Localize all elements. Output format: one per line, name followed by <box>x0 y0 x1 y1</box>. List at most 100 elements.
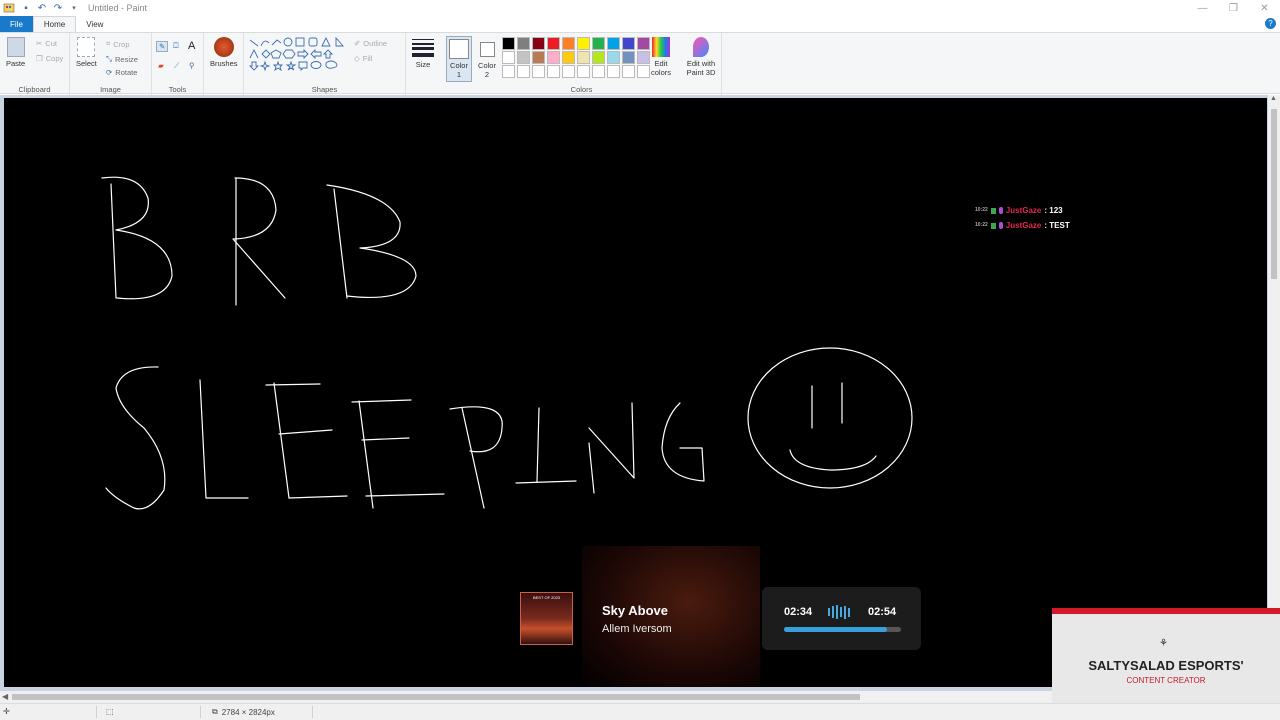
color-swatch[interactable] <box>607 37 620 50</box>
crop-button[interactable]: ⌗ Crop <box>106 39 130 49</box>
cut-button[interactable]: ✂ Cut <box>36 39 57 48</box>
color-swatch[interactable] <box>517 51 530 64</box>
redo-icon[interactable]: ↷ <box>52 2 64 14</box>
chat-message: 10:22 JustGaze : TEST <box>975 218 1070 233</box>
chat-overlay: 10:22 JustGaze : 123 10:22 JustGaze : TE… <box>975 203 1070 233</box>
drawing-canvas[interactable]: 10:22 JustGaze : 123 10:22 JustGaze : TE… <box>4 98 1267 687</box>
moderator-badge-icon <box>990 207 996 214</box>
select-icon <box>77 37 96 57</box>
paint-app-icon <box>3 3 15 13</box>
clipboard-group-label: Clipboard <box>18 85 51 94</box>
image-group: Select ⌗ Crop ⤡ Resize ⟳ Rotate Image <box>70 33 152 95</box>
shapes-group: ✐ Outline ◇ Fill Shapes <box>244 33 406 95</box>
tab-file[interactable]: File <box>0 16 33 32</box>
color-swatch[interactable] <box>592 37 605 50</box>
color-palette <box>502 37 651 78</box>
text-tool-icon[interactable]: A <box>188 40 195 52</box>
chat-username: JustGaze <box>1005 206 1042 215</box>
color1-button[interactable]: Color 1 <box>446 36 472 82</box>
resize-button[interactable]: ⤡ Resize <box>106 54 138 64</box>
scroll-up-icon[interactable]: ▲ <box>1270 95 1277 102</box>
paste-button[interactable]: Paste <box>6 37 25 68</box>
edit-colors-button[interactable]: Edit colors <box>648 37 674 77</box>
color-swatch[interactable] <box>577 51 590 64</box>
mic-badge-icon <box>998 207 1003 214</box>
select-button[interactable]: Select <box>76 37 97 68</box>
copy-button[interactable]: ❐ Copy <box>36 54 63 63</box>
equalizer-icon <box>828 605 850 619</box>
fill-button[interactable]: ◇ Fill <box>354 54 372 63</box>
color-swatch[interactable] <box>622 65 635 78</box>
color-swatch[interactable] <box>547 65 560 78</box>
color-swatch[interactable] <box>577 65 590 78</box>
color-swatch[interactable] <box>562 51 575 64</box>
banner-top-stripe <box>1052 608 1280 614</box>
colors-group: Color 1 Color 2 Edit colors Edit with Pa… <box>442 33 722 95</box>
magnifier-icon[interactable]: ⚲ <box>189 61 195 70</box>
customize-quick-access-icon[interactable]: ▾ <box>68 2 80 14</box>
brushes-group: Brushes <box>204 33 244 95</box>
close-button[interactable]: ✕ <box>1249 0 1280 16</box>
undo-icon[interactable]: ↶ <box>36 2 48 14</box>
tools-group: ✎ ⛋ A ▰ ⟋ ⚲ Tools <box>152 33 204 95</box>
color-swatch[interactable] <box>532 51 545 64</box>
color-swatch[interactable] <box>562 37 575 50</box>
color-swatch[interactable] <box>502 65 515 78</box>
color-swatch[interactable] <box>547 37 560 50</box>
color-swatch[interactable] <box>592 65 605 78</box>
chat-message: 10:22 JustGaze : 123 <box>975 203 1070 218</box>
color-swatch[interactable] <box>547 51 560 64</box>
song-title: Sky Above <box>602 603 668 618</box>
color-swatch[interactable] <box>517 37 530 50</box>
color-swatch[interactable] <box>532 37 545 50</box>
chat-time: 10:22 <box>975 207 988 213</box>
color-swatch[interactable] <box>607 51 620 64</box>
status-bar: ✛ ⬚ ⧉ 2784 × 2824px <box>0 703 1280 720</box>
album-label: BEST OF 2023 <box>532 595 561 600</box>
resize-icon: ⤡ <box>106 54 112 63</box>
tab-view[interactable]: View <box>76 16 113 32</box>
color-swatch[interactable] <box>577 37 590 50</box>
shapes-gallery-icon[interactable] <box>248 37 348 77</box>
clipboard-group: Paste ✂ Cut ❐ Copy Clipboard <box>0 33 70 95</box>
moderator-badge-icon <box>990 222 996 229</box>
ribbon: Paste ✂ Cut ❐ Copy Clipboard Select ⌗ Cr… <box>0 32 1280 95</box>
vertical-scroll-thumb[interactable] <box>1271 109 1277 279</box>
color-spectrum-icon <box>652 37 670 57</box>
esports-subtitle: CONTENT CREATOR <box>1126 676 1206 685</box>
title-bar: ▪ ↶ ↷ ▾ Untitled - Paint — ❐ ✕ <box>0 0 1280 16</box>
color-swatch[interactable] <box>502 51 515 64</box>
eraser-icon[interactable]: ▰ <box>158 61 164 70</box>
scroll-left-icon[interactable]: ◀ <box>2 692 8 701</box>
minimize-button[interactable]: — <box>1187 0 1218 16</box>
chat-username: JustGaze <box>1005 221 1042 230</box>
pencil-icon[interactable]: ✎ <box>156 41 169 52</box>
vertical-scrollbar[interactable]: ▲ <box>1268 95 1280 691</box>
brushes-button[interactable]: Brushes <box>210 37 238 68</box>
mic-badge-icon <box>998 222 1003 229</box>
tab-home[interactable]: Home <box>32 16 77 32</box>
outline-button[interactable]: ✐ Outline <box>354 39 387 48</box>
color-swatch[interactable] <box>622 51 635 64</box>
rotate-button[interactable]: ⟳ Rotate <box>106 68 137 77</box>
horizontal-scroll-thumb[interactable] <box>12 694 860 700</box>
rotate-icon: ⟳ <box>106 68 113 77</box>
save-icon[interactable]: ▪ <box>20 2 32 14</box>
color-swatch[interactable] <box>562 65 575 78</box>
brush-icon <box>213 37 234 57</box>
color-swatch[interactable] <box>532 65 545 78</box>
color-swatch[interactable] <box>592 51 605 64</box>
color2-button[interactable]: Color 2 <box>476 37 498 79</box>
color-swatch[interactable] <box>517 65 530 78</box>
size-button[interactable]: Size <box>412 39 434 69</box>
color-picker-icon[interactable]: ⟋ <box>174 61 179 71</box>
restore-button[interactable]: ❐ <box>1218 0 1249 16</box>
edit-with-paint3d-button[interactable]: Edit with Paint 3D <box>682 37 720 77</box>
copy-icon: ❐ <box>36 54 43 63</box>
color-swatch[interactable] <box>622 37 635 50</box>
colors-group-label: Colors <box>570 85 593 94</box>
help-icon[interactable]: ? <box>1265 18 1276 29</box>
fill-bucket-icon[interactable]: ⛋ <box>173 41 179 51</box>
color-swatch[interactable] <box>607 65 620 78</box>
color-swatch[interactable] <box>502 37 515 50</box>
